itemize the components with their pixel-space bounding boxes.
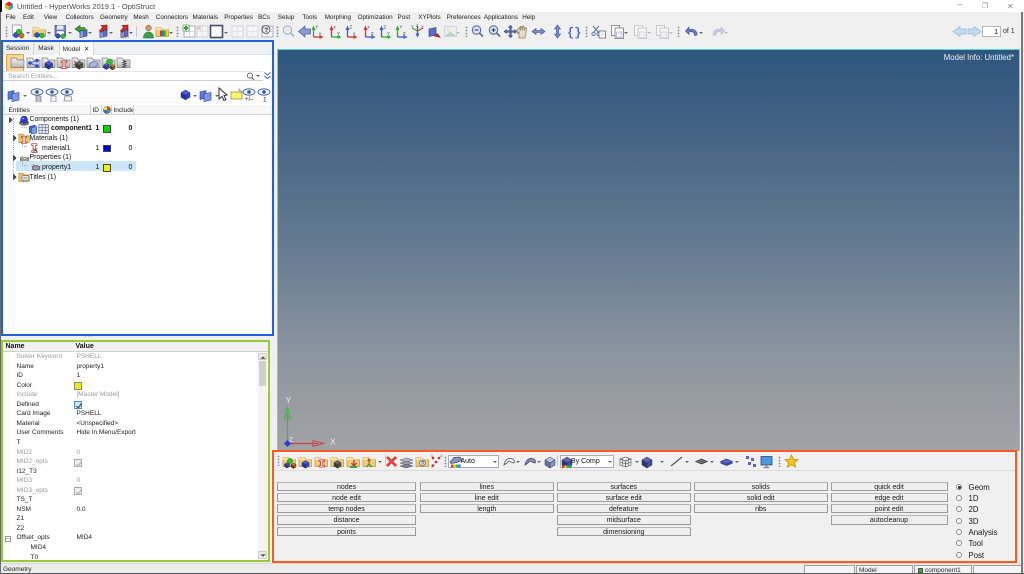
svg-text:x: x [367,25,370,30]
svg-text:x: x [333,25,336,30]
svg-text:Z: Z [371,31,374,36]
svg-text:PPT: PPT [122,36,129,40]
svg-text:x: x [353,31,356,36]
svg-text:X: X [330,437,336,447]
svg-text:Y: Y [387,31,390,36]
svg-text:+/–: +/– [245,97,254,102]
svg-text:Z: Z [350,25,353,30]
svg-text:Y: Y [285,395,291,405]
svg-text:?: ? [264,27,268,34]
svg-text:Y: Y [400,25,403,30]
svg-text:Y: Y [411,24,414,29]
svg-text:2: 2 [441,454,443,458]
svg-text:x: x [319,31,322,36]
svg-text:Z: Z [383,25,386,30]
svg-text:{}: {} [567,26,581,39]
svg-text:x: x [422,24,424,29]
svg-text:1: 1 [431,454,433,458]
svg-text:Y: Y [337,31,340,36]
svg-text:Y: Y [316,25,319,30]
svg-text:1: 1 [263,97,267,103]
svg-text:Z: Z [416,24,419,28]
svg-text:Z: Z [403,31,406,36]
